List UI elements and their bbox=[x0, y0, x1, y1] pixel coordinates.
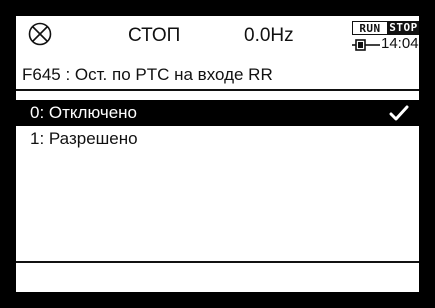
run-badge: RUN bbox=[352, 21, 388, 35]
display-panel: СТОП 0.0Hz RUN STOP 14:04 F645 : Ост. по… bbox=[16, 16, 419, 292]
drive-state: СТОП bbox=[128, 25, 181, 46]
output-frequency: 0.0Hz bbox=[244, 25, 294, 46]
display-bezel: СТОП 0.0Hz RUN STOP 14:04 F645 : Ост. по… bbox=[0, 0, 435, 308]
option-enabled[interactable]: 1: Разрешено bbox=[16, 126, 419, 152]
divider bbox=[16, 261, 419, 263]
option-label: 0: Отключено bbox=[30, 103, 137, 122]
stop-badge: STOP bbox=[388, 21, 419, 35]
parameter-title: F645 : Ост. по PTC на входе RR bbox=[22, 65, 273, 84]
checkmark-icon bbox=[389, 105, 409, 121]
option-list: 0: Отключено 1: Разрешено bbox=[16, 100, 419, 152]
clock: 14:04 bbox=[381, 35, 419, 52]
divider bbox=[16, 89, 419, 91]
status-bar: СТОП 0.0Hz RUN STOP 14:04 bbox=[16, 16, 419, 60]
option-label: 1: Разрешено bbox=[30, 129, 138, 148]
circled-x-icon bbox=[28, 22, 52, 46]
battery-icon bbox=[352, 39, 380, 51]
option-disabled[interactable]: 0: Отключено bbox=[16, 100, 419, 126]
